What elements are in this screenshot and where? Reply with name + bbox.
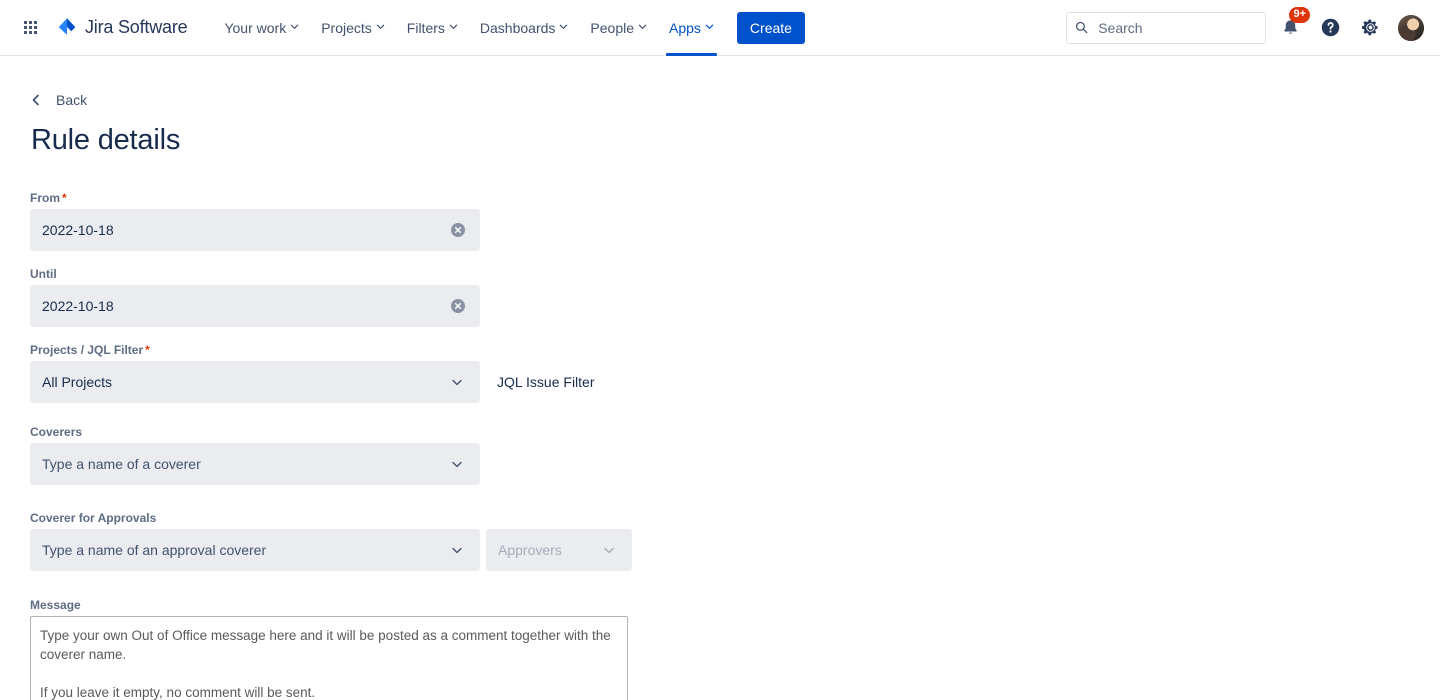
jira-logo-icon: [58, 17, 76, 35]
from-label: From *: [30, 191, 1440, 205]
field-group-until: Until 2022-10-18: [30, 267, 1440, 327]
coverer-approvals-label: Coverer for Approvals: [30, 511, 157, 525]
field-group-message: Message Type your own Out of Office mess…: [30, 598, 1440, 700]
app-switcher-button[interactable]: [14, 12, 46, 44]
search-box[interactable]: [1066, 11, 1266, 44]
field-group-projects: Projects / JQL Filter * All Projects JQL …: [30, 343, 1440, 403]
brand-name: Jira Software: [85, 17, 188, 37]
back-link[interactable]: Back: [30, 92, 87, 108]
coverer-approvals-select[interactable]: Type a name of an approval coverer: [30, 529, 480, 571]
coverer-approvals-row: Type a name of an approval coverer Appro…: [30, 529, 1440, 571]
until-date-input[interactable]: 2022-10-18: [30, 285, 480, 327]
chevron-down-icon: [449, 22, 458, 31]
until-date-value: 2022-10-18: [42, 298, 114, 314]
approvers-placeholder: Approvers: [498, 542, 562, 558]
notifications-button[interactable]: 9+: [1274, 6, 1310, 44]
nav-item-filters[interactable]: Filters: [396, 0, 469, 56]
chevron-left-icon: [32, 94, 39, 106]
coverers-label: Coverers: [30, 425, 83, 439]
field-group-coverer-approvals: Coverer for Approvals Type a name of an …: [30, 511, 1440, 571]
projects-label-text: Projects / JQL Filter: [30, 343, 144, 357]
from-label-text: From: [30, 191, 60, 205]
from-date-value: 2022-10-18: [42, 222, 114, 238]
nav-item-label: Projects: [321, 19, 372, 36]
grid-icon: [23, 21, 37, 34]
clear-circle-icon[interactable]: [450, 222, 466, 238]
coverers-select[interactable]: Type a name of a coverer: [30, 443, 480, 485]
nav-item-projects[interactable]: Projects: [310, 0, 396, 56]
message-placeholder-spacer: [40, 664, 617, 683]
jql-issue-filter-link[interactable]: JQL Issue Filter: [497, 374, 595, 390]
nav-item-label: People: [590, 19, 634, 36]
chevron-down-icon: [452, 461, 462, 468]
projects-row: All Projects JQL Issue Filter: [30, 361, 1440, 403]
nav-menu: Your work Projects Filters Dashboards Pe…: [213, 0, 805, 56]
chevron-down-icon: [452, 379, 462, 386]
projects-label: Projects / JQL Filter *: [30, 343, 1440, 357]
from-date-input[interactable]: 2022-10-18: [30, 209, 480, 251]
notifications-badge: 9+: [1289, 6, 1310, 23]
projects-select-value: All Projects: [42, 374, 113, 390]
field-group-coverers: Coverers Type a name of a coverer: [30, 425, 1440, 485]
nav-item-label: Filters: [406, 19, 445, 36]
chevron-down-icon: [376, 22, 385, 31]
message-placeholder-line-1: Type your own Out of Office message here…: [40, 628, 611, 662]
help-button[interactable]: [1314, 12, 1346, 44]
coverers-placeholder: Type a name of a coverer: [42, 456, 201, 472]
projects-select[interactable]: All Projects: [30, 361, 480, 403]
chevron-down-icon: [705, 22, 714, 31]
coverer-approvals-placeholder: Type a name of an approval coverer: [42, 542, 267, 558]
chevron-down-icon: [604, 547, 614, 554]
required-asterisk: *: [62, 191, 67, 205]
nav-item-label: Dashboards: [479, 19, 556, 36]
nav-right-group: 9+: [1066, 6, 1424, 44]
back-label: Back: [56, 92, 88, 108]
nav-item-people[interactable]: People: [579, 0, 658, 56]
approvers-select: Approvers: [486, 529, 632, 571]
question-circle-icon: [1321, 18, 1339, 37]
search-icon: [1075, 21, 1088, 34]
chevron-down-icon: [559, 22, 568, 31]
chevron-down-icon: [452, 547, 462, 554]
message-textarea[interactable]: Type your own Out of Office message here…: [30, 616, 628, 700]
page-title: Rule details: [31, 124, 181, 156]
rule-details-page: Back Rule details From * 2022-10-18 Until…: [0, 56, 1440, 700]
avatar-image: [1398, 14, 1424, 41]
settings-button[interactable]: [1354, 12, 1386, 44]
nav-item-dashboards[interactable]: Dashboards: [469, 0, 580, 56]
required-asterisk: *: [145, 343, 150, 357]
field-group-from: From * 2022-10-18: [30, 191, 1440, 251]
nav-item-apps[interactable]: Apps: [658, 0, 725, 56]
jira-home-link[interactable]: Jira Software: [56, 0, 188, 55]
nav-item-your-work[interactable]: Your work: [213, 0, 310, 56]
search-input[interactable]: [1096, 18, 1257, 37]
gear-icon: [1361, 19, 1377, 36]
chevron-down-icon: [638, 22, 647, 31]
create-button[interactable]: Create: [736, 11, 805, 44]
avatar[interactable]: [1398, 14, 1424, 41]
until-label: Until: [30, 267, 57, 281]
nav-item-label: Your work: [224, 19, 287, 36]
chevron-down-icon: [290, 22, 299, 31]
nav-item-label: Apps: [669, 19, 701, 36]
clear-circle-icon[interactable]: [450, 298, 466, 314]
nav-left-group: Jira Software Your work Projects Filters: [14, 0, 805, 56]
message-placeholder-line-2: If you leave it empty, no comment will b…: [40, 685, 316, 700]
global-navigation-bar: Jira Software Your work Projects Filters: [0, 0, 1440, 56]
message-label: Message: [30, 598, 81, 612]
